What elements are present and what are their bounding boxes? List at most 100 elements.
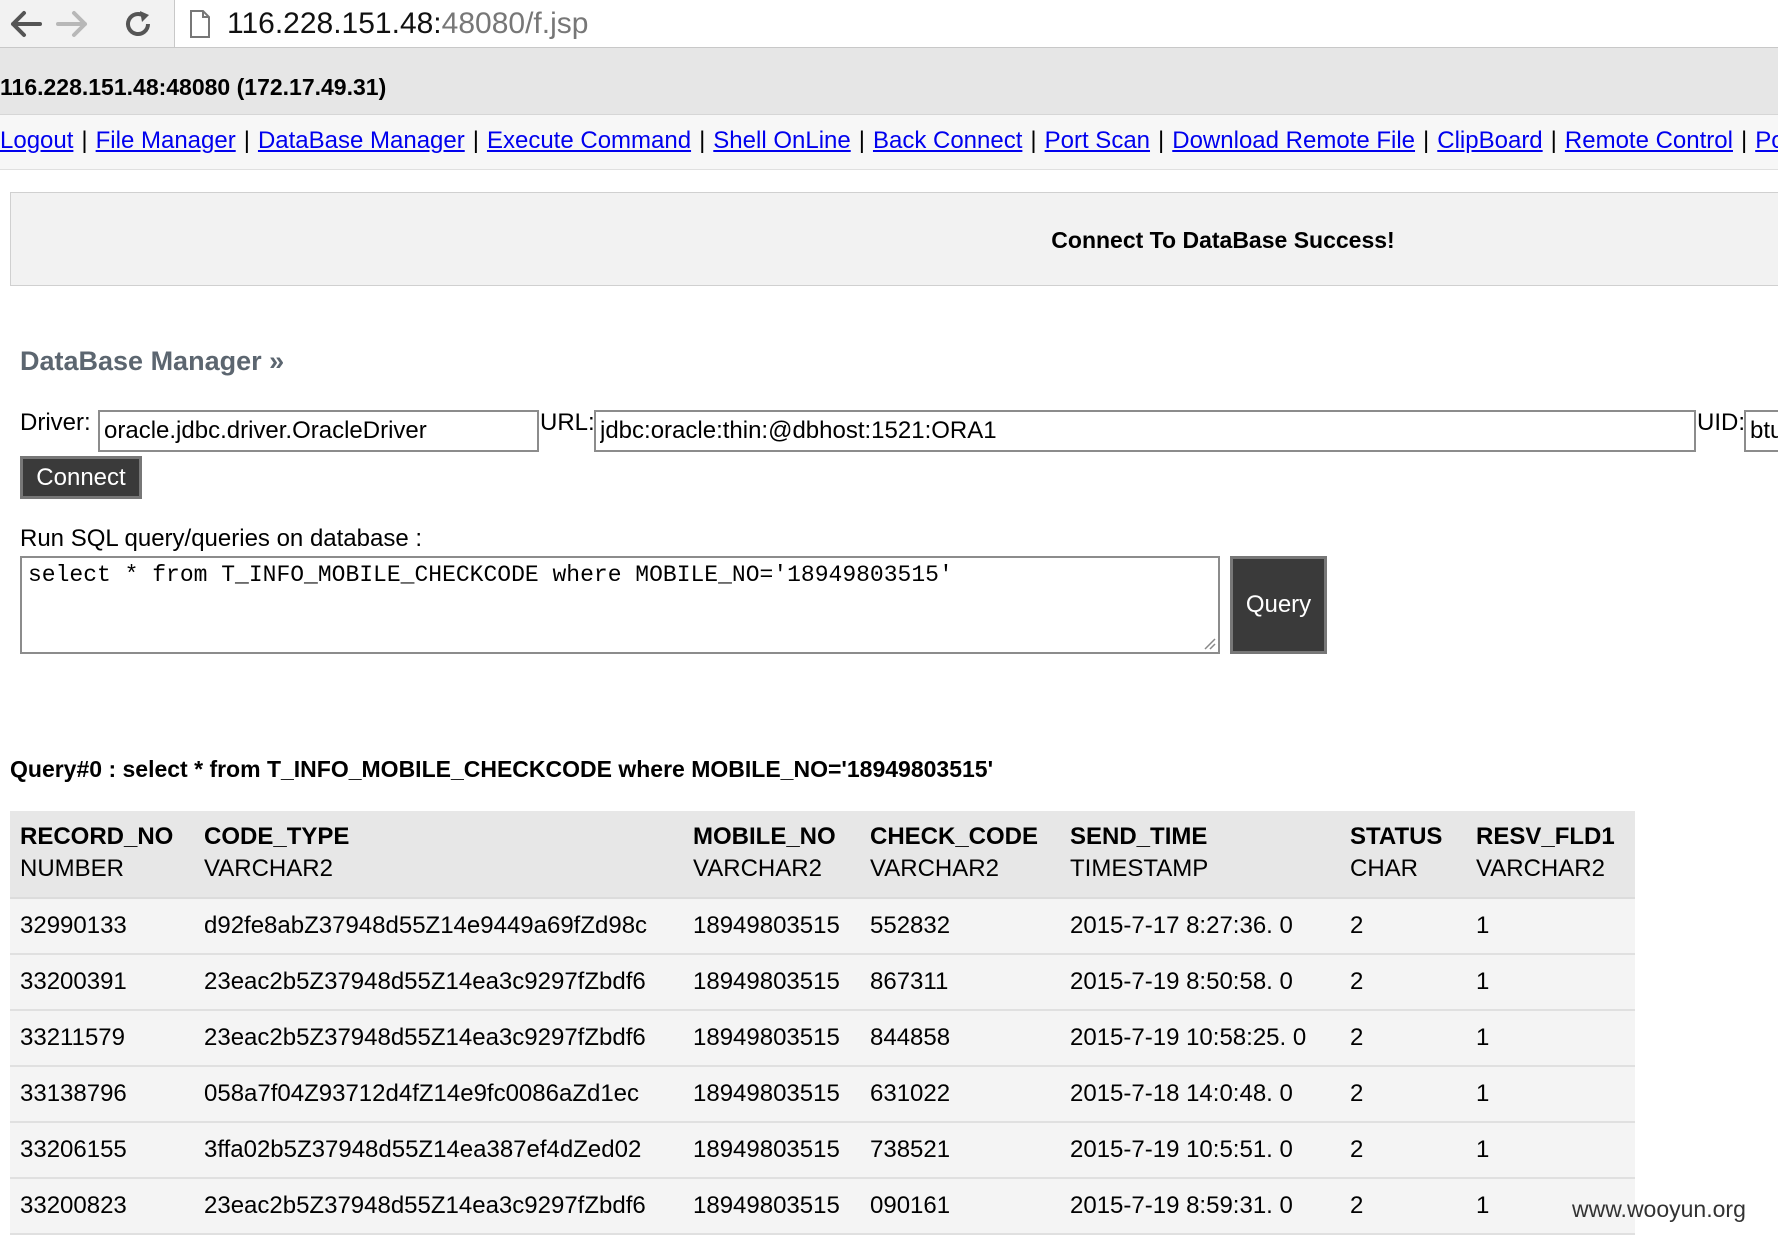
status-message: Connect To DataBase Success! <box>1051 227 1395 253</box>
table-cell: 33206155 <box>10 1122 194 1179</box>
menu-separator: | <box>472 127 479 154</box>
watermark: www.wooyun.org <box>1572 1196 1746 1222</box>
menu-separator: | <box>1550 127 1557 154</box>
column-header: SEND_TIME TIMESTAMP <box>1060 811 1340 899</box>
table-cell: 2015-7-18 14:0:48. 0 <box>1060 1066 1340 1123</box>
url-path: 48080/f.jsp <box>441 7 589 40</box>
menu-separator: | <box>699 127 706 154</box>
table-cell: 2 <box>1340 1122 1466 1179</box>
menu-link-file-manager[interactable]: File Manager <box>96 127 236 155</box>
table-row: 33206155 3ffa02b5Z37948d55Z14ea387ef4dZed… <box>10 1122 1635 1179</box>
table-cell: 33138796 <box>10 1066 194 1123</box>
menu-link-shell-online[interactable]: Shell OnLine <box>713 127 850 155</box>
menu-bar: Logout | File Manager | DataBase Manager | Exe… <box>0 115 1778 170</box>
table-cell: 2 <box>1340 1066 1466 1123</box>
table-cell: 18949803515 <box>683 1178 860 1235</box>
url-input[interactable] <box>594 410 1696 452</box>
url-host: 116.228.151.48: <box>227 7 442 40</box>
table-cell: 1 <box>1466 898 1635 955</box>
table-cell: 1 <box>1466 1066 1635 1123</box>
results-table: RECORD_NO NUMBER CODE_TYPE VARCHAR2 MOBILE_N… <box>10 811 1635 1235</box>
column-name: SEND_TIME <box>1070 823 1208 850</box>
table-cell: 1 <box>1466 954 1635 1011</box>
table-cell: 631022 <box>860 1066 1060 1123</box>
menu-link-execute-command[interactable]: Execute Command <box>487 127 691 155</box>
host-info: 116.228.151.48:48080 (172.17.49.31) <box>0 74 387 100</box>
status-panel: Connect To DataBase Success! <box>10 192 1778 286</box>
driver-input[interactable] <box>98 410 539 452</box>
query-result-title: Query#0 : select * from T_INFO_MOBILE_CH… <box>10 756 994 782</box>
menu-separator: | <box>1158 127 1165 154</box>
table-row: 33200391 23eac2b5Z37948d55Z14ea3c9297fZbd… <box>10 954 1635 1011</box>
column-header: MOBILE_NO VARCHAR2 <box>683 811 860 899</box>
table-cell: 18949803515 <box>683 1066 860 1123</box>
menu-link-database-manager[interactable]: DataBase Manager <box>258 127 465 155</box>
table-body: 32990133 d92fe8abZ37948d55Z14e9449a69fZd9… <box>10 898 1635 1235</box>
table-cell: 2 <box>1340 1010 1466 1067</box>
connect-button[interactable]: Connect <box>20 456 142 499</box>
menu-link-port[interactable]: Port <box>1755 127 1778 155</box>
table-header-row: RECORD_NO NUMBER CODE_TYPE VARCHAR2 MOBILE_N… <box>10 811 1635 899</box>
column-type: VARCHAR2 <box>204 855 333 882</box>
table-cell: 844858 <box>860 1010 1060 1067</box>
page-icon <box>189 10 211 43</box>
table-cell: 18949803515 <box>683 898 860 955</box>
table-cell: 33200391 <box>10 954 194 1011</box>
back-button[interactable] <box>2 0 50 47</box>
column-name: CHECK_CODE <box>870 823 1039 850</box>
column-type: NUMBER <box>20 855 125 882</box>
table-cell: 058a7f04Z93712d4fZ14e9fc0086aZd1ec <box>194 1066 683 1123</box>
menu-link-port-scan[interactable]: Port Scan <box>1045 127 1150 155</box>
forward-button[interactable] <box>48 0 96 47</box>
table-cell: 23eac2b5Z37948d55Z14ea3c9297fZbdf6 <box>194 954 683 1011</box>
table-cell: 867311 <box>860 954 1060 1011</box>
menu-link-download-remote-file[interactable]: Download Remote File <box>1172 127 1415 155</box>
column-header: CODE_TYPE VARCHAR2 <box>194 811 683 899</box>
column-header: CHECK_CODE VARCHAR2 <box>860 811 1060 899</box>
column-header: STATUS CHAR <box>1340 811 1466 899</box>
url-label: URL: <box>540 409 595 436</box>
query-button[interactable]: Query <box>1230 556 1327 654</box>
menu-separator: | <box>858 127 865 154</box>
menu-separator: | <box>81 127 88 154</box>
table-cell: 32990133 <box>10 898 194 955</box>
column-type: VARCHAR2 <box>693 855 822 882</box>
table-cell: 2015-7-19 10:58:25. 0 <box>1060 1010 1340 1067</box>
uid-label: UID: <box>1697 409 1745 436</box>
column-type: TIMESTAMP <box>1070 855 1209 882</box>
forward-arrow-icon <box>56 10 88 38</box>
table-cell: 2 <box>1340 1178 1466 1235</box>
table-cell: 33211579 <box>10 1010 194 1067</box>
driver-label: Driver: <box>20 409 91 436</box>
table-cell: 2015-7-19 8:59:31. 0 <box>1060 1178 1340 1235</box>
column-type: CHAR <box>1350 855 1419 882</box>
column-name: STATUS <box>1350 823 1443 850</box>
column-type: VARCHAR2 <box>870 855 999 882</box>
column-name: MOBILE_NO <box>693 823 836 850</box>
table-cell: 3ffa02b5Z37948d55Z14ea387ef4dZed02 <box>194 1122 683 1179</box>
menu-link-logout[interactable]: Logout <box>0 127 73 155</box>
table-row: 32990133 d92fe8abZ37948d55Z14e9449a69fZd9… <box>10 898 1635 955</box>
table-cell: 2015-7-19 10:5:51. 0 <box>1060 1122 1340 1179</box>
table-cell: 1 <box>1466 1010 1635 1067</box>
table-cell: 18949803515 <box>683 1010 860 1067</box>
section-title: DataBase Manager » <box>20 346 285 376</box>
menu-link-remote-control[interactable]: Remote Control <box>1565 127 1733 155</box>
menu-link-clipboard[interactable]: ClipBoard <box>1437 127 1542 155</box>
column-header: RESV_FLD1 VARCHAR2 <box>1466 811 1635 899</box>
table-cell: 552832 <box>860 898 1060 955</box>
resize-grip-icon[interactable] <box>1202 636 1216 655</box>
table-cell: 1 <box>1466 1122 1635 1179</box>
table-row: 33200823 23eac2b5Z37948d55Z14ea3c9297fZbd… <box>10 1178 1635 1235</box>
table-cell: 090161 <box>860 1178 1060 1235</box>
menu-separator: | <box>1030 127 1037 154</box>
table-cell: 2 <box>1340 954 1466 1011</box>
table-row: 33211579 23eac2b5Z37948d55Z14ea3c9297fZbd… <box>10 1010 1635 1067</box>
sql-textarea[interactable]: select * from T_INFO_MOBILE_CHECKCODE wh… <box>20 556 1220 654</box>
uid-input[interactable] <box>1744 410 1778 452</box>
sql-label: Run SQL query/queries on database : <box>20 525 423 552</box>
url-text[interactable]: 116.228.151.48:48080/f.jsp <box>227 7 588 41</box>
menu-link-back-connect[interactable]: Back Connect <box>873 127 1022 155</box>
address-bar[interactable]: 116.228.151.48:48080/f.jsp <box>174 0 1778 47</box>
reload-button[interactable] <box>114 0 162 47</box>
